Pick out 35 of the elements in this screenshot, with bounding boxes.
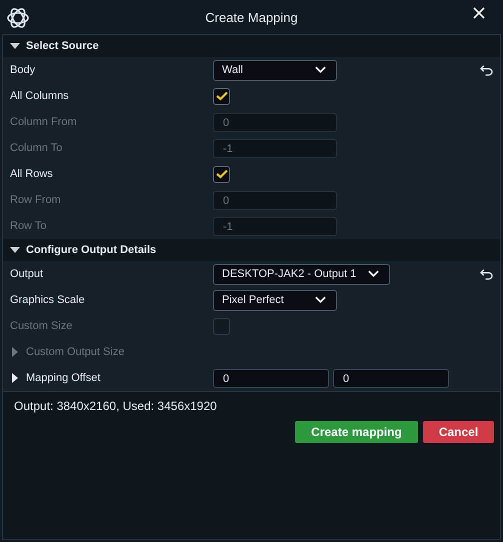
chevron-icon (315, 66, 326, 74)
field-label: Output (10, 268, 44, 280)
field-label: Graphics Scale (10, 294, 86, 306)
field-label: Row From (10, 194, 62, 206)
checkbox[interactable] (213, 166, 230, 182)
triangle-icon (10, 245, 20, 255)
triangle-icon (10, 373, 20, 383)
logo-icon (6, 6, 30, 30)
field-label: Column From (10, 116, 78, 128)
chevron-icon (368, 270, 379, 278)
triangle-icon (10, 41, 20, 51)
section-header[interactable]: Select Source (3, 35, 500, 57)
dropdown[interactable]: Wall (213, 60, 337, 80)
field-label: All Rows (10, 168, 54, 180)
section-header[interactable]: Configure Output Details (3, 239, 500, 261)
output-summary: Output: 3840x2160, Used: 3456x1920 (14, 399, 218, 413)
undo-icon[interactable] (480, 65, 493, 76)
create-button[interactable]: Create mapping (295, 421, 418, 443)
expander-toggle[interactable]: Mapping Offset (10, 372, 213, 384)
close-icon[interactable] (473, 7, 485, 19)
cancel-button[interactable]: Cancel (423, 421, 494, 443)
checkbox[interactable] (213, 88, 230, 104)
field-label: Row To (10, 220, 48, 232)
undo-icon[interactable] (480, 269, 493, 280)
field-label: All Columns (10, 90, 70, 102)
field-label: Body (10, 64, 36, 76)
dropdown[interactable]: DESKTOP-JAK2 - Output 1 (213, 264, 390, 284)
field-label: Custom Size (10, 320, 74, 332)
input-field[interactable]: 0 (333, 368, 449, 388)
dropdown[interactable]: Pixel Perfect (213, 290, 337, 310)
field-label: Column To (10, 142, 64, 154)
input-field[interactable]: 0 (213, 368, 329, 388)
window-title: Create Mapping (205, 10, 298, 24)
triangle-icon (10, 347, 20, 357)
chevron-icon (315, 296, 326, 304)
